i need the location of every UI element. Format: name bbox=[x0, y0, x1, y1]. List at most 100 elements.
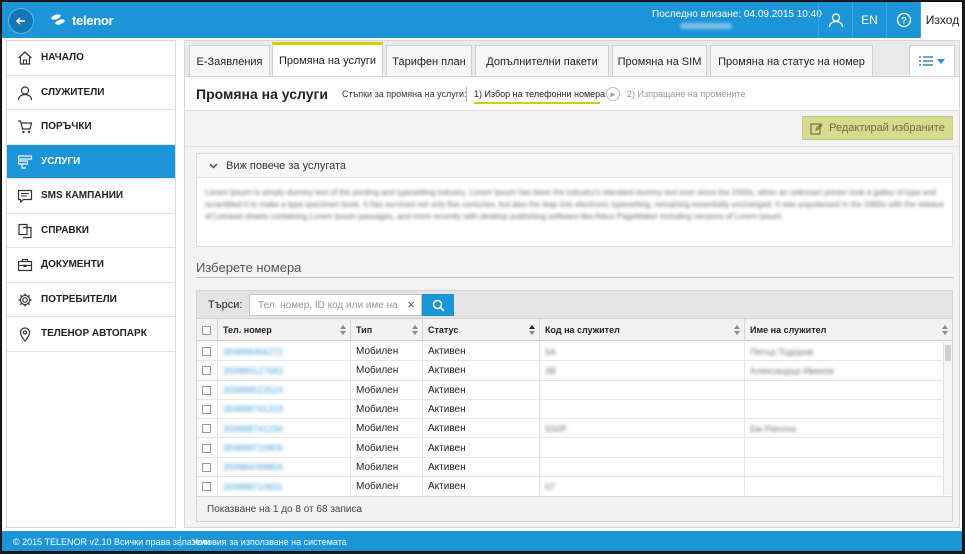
search-button[interactable] bbox=[422, 294, 454, 316]
terms-link[interactable]: Условия за използване на системата bbox=[192, 537, 347, 547]
phone-cell[interactable]: 359888741234 bbox=[218, 419, 351, 439]
employee-code-cell: 3B bbox=[540, 361, 745, 381]
scrollbar-thumb[interactable] bbox=[945, 345, 951, 361]
sidebar-item-employees[interactable]: СЛУЖИТЕЛИ bbox=[7, 76, 175, 110]
edit-icon bbox=[810, 122, 823, 135]
phone-cell[interactable]: 359884099804 bbox=[218, 457, 351, 477]
type-cell: Мобилен bbox=[351, 438, 423, 458]
tab-e-requests[interactable]: Е-Заявления bbox=[189, 45, 270, 77]
sidebar-item-sms-campaigns[interactable]: SMS КАМПАНИИ bbox=[7, 179, 175, 214]
table-row[interactable]: 359888456272 Мобилен Активен 5A Петър То… bbox=[197, 342, 942, 362]
table-row[interactable]: 359889127683 Мобилен Активен 3B Александ… bbox=[197, 361, 942, 381]
phone-number[interactable]: 359888023524 bbox=[223, 385, 283, 395]
sidebar-item-orders[interactable]: ПОРЪЧКИ bbox=[7, 110, 175, 145]
section-divider bbox=[196, 277, 953, 278]
telenor-logo[interactable]: telenor bbox=[50, 12, 114, 28]
service-info-text: Lorem Ipsum is simply dummy text of the … bbox=[205, 188, 945, 221]
tab-change-services[interactable]: Промяна на услуги bbox=[272, 42, 383, 77]
column-header-phone[interactable]: Тел. номер bbox=[218, 319, 351, 341]
sidebar-item-services[interactable]: УСЛУГИ bbox=[7, 144, 175, 179]
main-area: Е-Заявления Промяна на услуги Тарифен пл… bbox=[184, 40, 960, 528]
phone-number[interactable]: 359888741234 bbox=[223, 424, 283, 434]
tab-change-number-status[interactable]: Промяна на статус на номер bbox=[710, 45, 873, 77]
type-cell: Мобилен bbox=[351, 477, 423, 495]
table-row[interactable]: 359884099804 Мобилен Активен bbox=[197, 457, 942, 478]
phone-cell[interactable]: 359888023524 bbox=[218, 380, 351, 400]
table-row[interactable]: 359888710831 Мобилен Активен 07 bbox=[197, 477, 942, 495]
phone-cell[interactable]: 359888741203 bbox=[218, 399, 351, 419]
logout-button[interactable]: Изход bbox=[920, 2, 962, 38]
tab-overflow-menu[interactable] bbox=[909, 45, 955, 77]
row-checkbox[interactable] bbox=[202, 462, 211, 472]
action-bar: Редактирай избраните bbox=[185, 112, 959, 147]
sidebar-item-home[interactable]: НАЧАЛО bbox=[7, 41, 175, 76]
row-checkbox[interactable] bbox=[202, 404, 211, 414]
select-all-checkbox[interactable] bbox=[202, 325, 211, 335]
chevron-down-icon bbox=[209, 163, 218, 168]
phone-number[interactable]: 359888741203 bbox=[223, 404, 283, 414]
employee-code-cell: 5S0P bbox=[540, 419, 745, 439]
column-header-type[interactable]: Тип bbox=[351, 319, 423, 341]
phone-number[interactable]: 359888456272 bbox=[223, 347, 283, 357]
grid-scrollbar[interactable] bbox=[943, 342, 952, 495]
tab-change-sim[interactable]: Промяна на SIM bbox=[612, 45, 707, 77]
help-button[interactable]: ? bbox=[886, 2, 920, 38]
cart-icon bbox=[18, 120, 33, 134]
close-icon[interactable]: × bbox=[407, 298, 415, 312]
phone-cell[interactable]: 359888710805 bbox=[218, 438, 351, 458]
grid-body: 359888456272 Мобилен Активен 5A Петър То… bbox=[197, 342, 952, 495]
phone-number[interactable]: 359888710805 bbox=[223, 443, 283, 453]
search-label: Търси: bbox=[208, 299, 243, 311]
column-header-status[interactable]: Статус bbox=[423, 319, 540, 341]
edit-selected-button[interactable]: Редактирай избраните bbox=[802, 116, 953, 140]
row-checkbox[interactable] bbox=[202, 443, 211, 453]
column-header-employee-name[interactable]: Име на служител bbox=[745, 319, 952, 341]
row-checkbox[interactable] bbox=[202, 347, 211, 356]
service-info-toggle[interactable]: Виж повече за услугата bbox=[197, 154, 952, 178]
status-cell: Активен bbox=[423, 477, 540, 495]
sidebar-item-reports[interactable]: СПРАВКИ bbox=[7, 214, 175, 248]
row-checkbox[interactable] bbox=[202, 366, 211, 376]
service-info-panel: Виж повече за услугата Lorem Ipsum is si… bbox=[196, 153, 953, 247]
row-checkbox[interactable] bbox=[202, 385, 211, 395]
tab-tariff-plan[interactable]: Тарифен план bbox=[386, 45, 472, 77]
status-cell: Активен bbox=[423, 342, 540, 361]
language-button[interactable]: EN bbox=[852, 2, 886, 38]
employee-code: 5S0P bbox=[545, 423, 568, 434]
arrow-left-icon bbox=[15, 17, 25, 25]
search-input[interactable] bbox=[250, 295, 398, 315]
row-checkbox[interactable] bbox=[202, 424, 211, 434]
step-2[interactable]: 2) Изпращане на промените bbox=[627, 89, 745, 99]
phone-number[interactable]: 359889127683 bbox=[223, 366, 283, 376]
phone-number[interactable]: 359884099804 bbox=[223, 462, 283, 472]
sidebar-item-users[interactable]: ПОТРЕБИТЕЛИ bbox=[7, 283, 175, 317]
select-all-cell bbox=[197, 319, 218, 341]
table-row[interactable]: 359888741203 Мобилен Активен bbox=[197, 399, 942, 420]
column-header-employee-code[interactable]: Код на служител bbox=[540, 319, 745, 341]
home-icon bbox=[18, 51, 32, 65]
sidebar-item-documents[interactable]: ДОКУМЕНТИ bbox=[7, 248, 175, 283]
sidebar-item-label: НАЧАЛО bbox=[41, 52, 84, 64]
table-row[interactable]: 359888741234 Мобилен Активен 5S0P Ем Pet… bbox=[197, 419, 942, 439]
phone-number[interactable]: 359888710831 bbox=[223, 482, 283, 492]
search-box: × bbox=[249, 294, 422, 316]
edit-selected-label: Редактирай избраните bbox=[829, 122, 945, 134]
profile-button[interactable] bbox=[818, 2, 852, 38]
step-1[interactable]: 1) Избор на телефонни номера bbox=[474, 89, 605, 99]
sidebar-item-fleet[interactable]: ТЕЛЕНОР АВТОПАРК bbox=[7, 317, 175, 352]
employee-name: Ем Petrova bbox=[750, 423, 796, 434]
row-checkbox[interactable] bbox=[202, 482, 211, 492]
phone-cell[interactable]: 359888456272 bbox=[218, 342, 351, 361]
row-select-cell bbox=[197, 477, 218, 495]
phone-cell[interactable]: 359889127683 bbox=[218, 361, 351, 381]
row-select-cell bbox=[197, 457, 218, 477]
numbers-grid: Търси: × Тел. номер bbox=[196, 290, 953, 522]
phone-cell[interactable]: 359888710831 bbox=[218, 477, 351, 495]
tab-additional-packages[interactable]: Допълнителни пакети bbox=[475, 45, 609, 77]
back-button[interactable] bbox=[8, 8, 34, 34]
table-row[interactable]: 359888023524 Мобилен Активен bbox=[197, 380, 942, 400]
brand-name: telenor bbox=[72, 12, 114, 28]
table-row[interactable]: 359888710805 Мобилен Активен bbox=[197, 438, 942, 458]
user-icon bbox=[17, 85, 33, 100]
footer: © 2015 TELENOR v2.10 Всички права запазе… bbox=[2, 531, 962, 551]
